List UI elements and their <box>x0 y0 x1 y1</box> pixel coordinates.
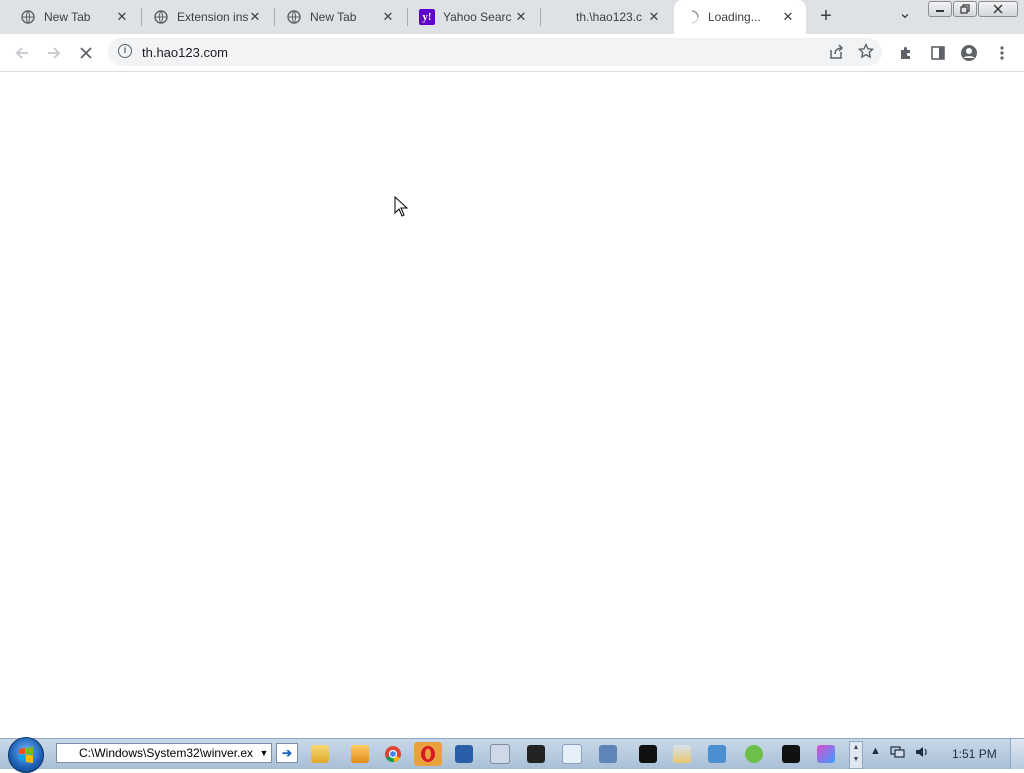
address-url[interactable]: th.hao123.com <box>142 45 228 60</box>
app-icon <box>745 745 763 763</box>
bookmark-star-icon[interactable] <box>857 42 875 62</box>
back-arrow-icon <box>15 47 28 59</box>
taskbar-app[interactable] <box>486 742 514 766</box>
taskbar-powershell[interactable] <box>450 742 478 766</box>
taskbar-app-4[interactable] <box>703 742 731 766</box>
minimize-icon <box>936 10 944 12</box>
menu-button[interactable] <box>991 42 1013 64</box>
globe-icon <box>286 9 302 25</box>
restore-icon <box>960 4 970 14</box>
tab-title: Extension ins <box>177 10 249 24</box>
tab-close-icon[interactable]: ✕ <box>247 9 263 25</box>
taskbar-opera[interactable] <box>414 742 442 766</box>
avatar-icon <box>961 45 977 61</box>
address-bar[interactable]: i th.hao123.com <box>108 38 882 66</box>
stop-loading-button[interactable] <box>75 42 97 64</box>
kebab-menu-icon <box>1000 46 1004 60</box>
tab-close-icon[interactable]: ✕ <box>114 9 130 25</box>
tab-close-icon[interactable]: ✕ <box>646 9 662 25</box>
taskbar-scroll[interactable]: ▲ ▼ <box>849 741 863 769</box>
windows-logo-icon <box>19 747 33 763</box>
taskbar-7zip[interactable] <box>522 742 550 766</box>
7zip-icon <box>527 745 545 763</box>
close-window-button[interactable] <box>978 1 1018 17</box>
tab-title: New Tab <box>310 10 357 24</box>
page-viewport[interactable] <box>0 72 1024 738</box>
taskbar-app-7[interactable] <box>812 742 840 766</box>
close-icon <box>80 47 92 59</box>
window-icon <box>599 745 617 763</box>
chevron-down-icon[interactable]: ▼ <box>256 743 272 763</box>
opera-icon <box>421 746 435 762</box>
taskbar-app-3[interactable] <box>668 742 696 766</box>
tab-loading-active[interactable]: Loading... ✕ <box>674 0 806 34</box>
tab-new-tab-1[interactable]: New Tab ✕ <box>0 0 140 34</box>
chrome-icon <box>385 746 401 763</box>
app-icon <box>639 745 657 763</box>
restore-button[interactable] <box>953 1 977 17</box>
taskbar-app-2[interactable] <box>634 742 662 766</box>
tab-title: New Tab <box>44 10 91 24</box>
tab-close-icon[interactable]: ✕ <box>513 9 529 25</box>
taskbar-explorer[interactable] <box>306 742 334 766</box>
profile-button[interactable] <box>958 42 980 64</box>
network-icon[interactable] <box>890 745 906 762</box>
tab-strip: New Tab ✕ Extension ins ✕ New Tab ✕ y! Y… <box>0 0 1024 34</box>
forward-button[interactable] <box>43 42 65 64</box>
close-icon <box>993 4 1003 14</box>
share-icon[interactable] <box>828 44 844 63</box>
mouse-cursor-icon <box>394 196 408 217</box>
tab-new-tab-2[interactable]: New Tab ✕ <box>266 0 406 34</box>
puzzle-icon <box>901 47 910 59</box>
forward-arrow-icon <box>48 47 61 59</box>
taskbar-notepad[interactable] <box>558 742 586 766</box>
notepad-icon <box>562 744 582 764</box>
tab-title: Yahoo Searc <box>443 10 512 24</box>
back-button[interactable] <box>11 42 33 64</box>
tab-close-icon[interactable]: ✕ <box>380 9 396 25</box>
tab-yahoo-search[interactable]: y! Yahoo Searc ✕ <box>399 0 539 34</box>
windows-taskbar: C:\Windows\System32\winver.ex ▼ ➔ ▲ ▼ ▲ 1… <box>0 737 1024 773</box>
clock[interactable]: 1:51 PM <box>952 747 997 761</box>
app-icon <box>782 745 800 763</box>
app-icon <box>490 744 510 764</box>
loading-spinner-icon <box>684 9 700 25</box>
globe-icon <box>153 9 169 25</box>
tab-title: Loading... <box>708 10 761 24</box>
extensions-button[interactable] <box>895 42 917 64</box>
volume-icon[interactable] <box>914 745 930 762</box>
yahoo-icon: y! <box>419 9 435 25</box>
tab-search-chevron-icon[interactable]: ⌄ <box>896 6 914 26</box>
folder-icon <box>311 745 329 763</box>
app-icon <box>817 745 835 763</box>
globe-icon <box>20 9 36 25</box>
powershell-icon <box>455 745 473 763</box>
site-info-icon[interactable]: i <box>118 44 132 58</box>
go-arrow-button[interactable]: ➔ <box>276 743 298 763</box>
app-icon <box>708 745 726 763</box>
taskbar-window[interactable] <box>594 742 622 766</box>
run-address-field[interactable]: C:\Windows\System32\winver.ex <box>56 743 272 763</box>
tray-expand-icon[interactable]: ▲ <box>870 745 881 757</box>
side-panel-icon <box>931 46 945 60</box>
taskbar-app-6[interactable] <box>777 742 805 766</box>
browser-toolbar: i th.hao123.com <box>0 34 1024 72</box>
taskbar-app-5[interactable] <box>740 742 768 766</box>
tab-hao123[interactable]: th.\hao123.c ✕ <box>532 0 672 34</box>
tab-title: th.\hao123.c <box>576 10 643 24</box>
minimize-button[interactable] <box>928 1 952 17</box>
tab-extension-install[interactable]: Extension ins ✕ <box>133 0 273 34</box>
show-desktop-button[interactable] <box>1010 739 1024 769</box>
new-tab-button[interactable]: + <box>816 6 836 27</box>
app-icon <box>673 745 691 763</box>
media-player-icon <box>351 745 369 763</box>
tab-close-icon[interactable]: ✕ <box>780 9 796 25</box>
taskbar-chrome[interactable] <box>379 742 407 766</box>
side-panel-button[interactable] <box>927 42 949 64</box>
taskbar-media-player[interactable] <box>346 742 374 766</box>
